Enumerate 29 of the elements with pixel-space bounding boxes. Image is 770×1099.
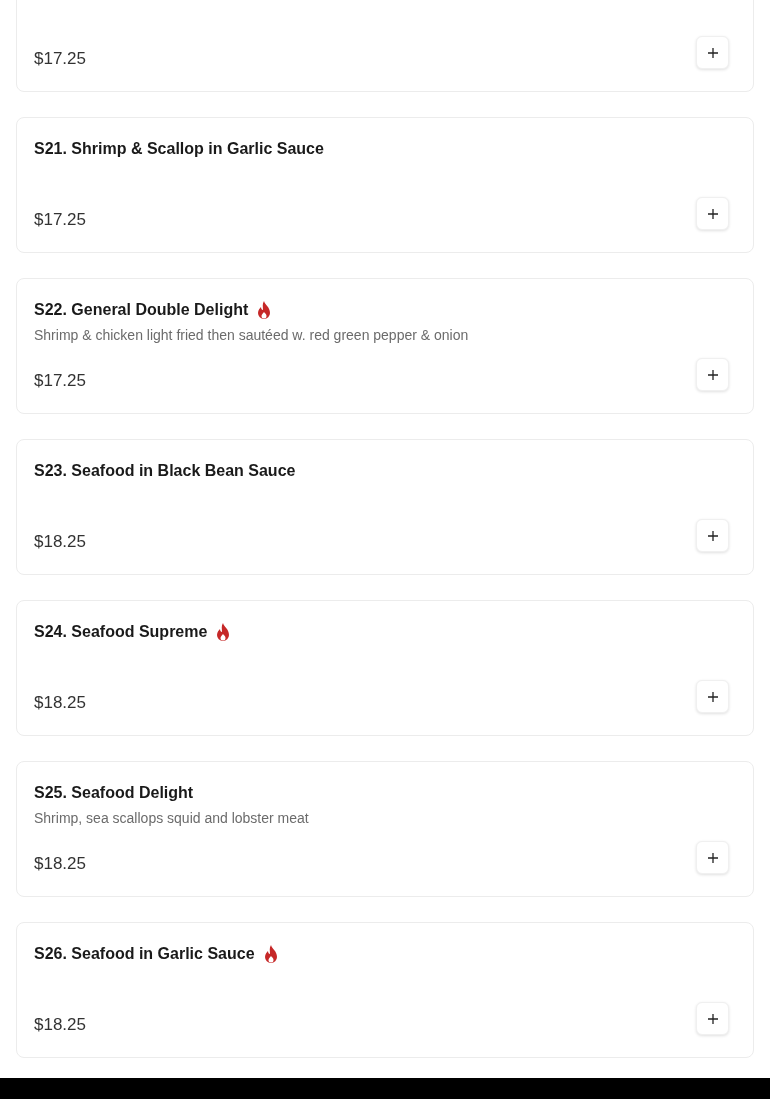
- item-price: $18.25: [34, 692, 86, 713]
- item-title: S21. Shrimp & Scallop in Garlic Sauce: [34, 139, 324, 159]
- add-button[interactable]: [696, 358, 729, 391]
- item-title: S22. General Double Delight: [34, 300, 249, 320]
- item-description: Shrimp, sea scallops squid and lobster meat: [34, 810, 310, 826]
- item-price: $17.25: [34, 209, 86, 230]
- add-button[interactable]: [696, 36, 729, 69]
- item-title: S26. Seafood in Garlic Sauce: [34, 944, 255, 964]
- item-description: Shrimp & chicken light fried then sautéed w. red green pepper & onion: [34, 327, 470, 343]
- item-price: $18.25: [34, 853, 86, 874]
- item-title: S24. Seafood Supreme: [34, 622, 208, 642]
- plus-icon: [707, 208, 718, 219]
- item-price: $18.25: [34, 1014, 86, 1035]
- add-button[interactable]: [696, 680, 729, 713]
- plus-icon: [707, 530, 718, 541]
- item-price: $18.25: [34, 531, 86, 552]
- plus-icon: [707, 852, 718, 863]
- plus-icon: [707, 691, 718, 702]
- plus-icon: [707, 369, 718, 380]
- item-title: S25. Seafood Delight: [34, 783, 194, 803]
- add-button[interactable]: [696, 1002, 729, 1035]
- add-button[interactable]: [696, 519, 729, 552]
- plus-icon: [707, 1013, 718, 1024]
- item-price: $17.25: [34, 370, 86, 391]
- add-button[interactable]: [696, 197, 729, 230]
- item-price: $17.25: [34, 48, 86, 69]
- item-title: S23. Seafood in Black Bean Sauce: [34, 461, 296, 481]
- add-button[interactable]: [696, 841, 729, 874]
- plus-icon: [707, 47, 718, 58]
